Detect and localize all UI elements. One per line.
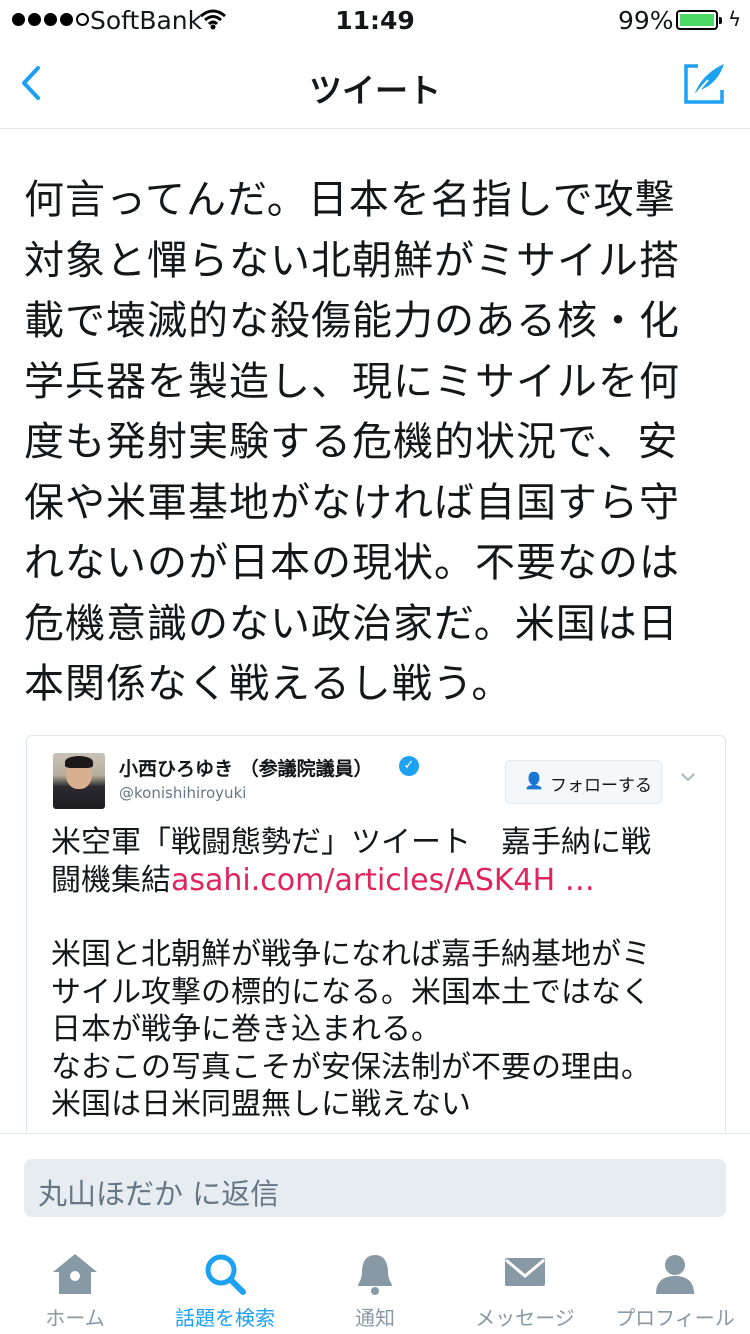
tweet-line: 本関係なく戦えるし戦う。 [24, 661, 513, 707]
embedded-line: 日本が戦争に巻き込まれる。 [51, 1012, 441, 1047]
page-title: ツイート [309, 71, 441, 110]
tab-search[interactable]: 話題を検索 [150, 1234, 300, 1334]
embedded-line: なおこの写真こそが安保法制が不要の理由。 [51, 1049, 651, 1085]
embedded-tweet-text: 米空軍「戦闘態勢だ」ツイート 嘉手納に戦 闘機集結asahi.com/artic… [51, 824, 711, 1124]
reply-input[interactable]: 丸山ほだか に返信 [24, 1159, 726, 1217]
tab-label: メッセージ [475, 1306, 575, 1330]
tab-label: 通知 [355, 1306, 395, 1330]
charging-icon: ϟ [728, 7, 742, 31]
tab-home[interactable]: ホーム [0, 1234, 150, 1334]
tab-bar: ホーム 話題を検索 通知 メッセージ プロフィール [0, 1234, 750, 1334]
tweet-line: れないのが日本の現状。不要なのは [24, 540, 680, 586]
tweet-line: 学兵器を製造し、現にミサイルを何 [24, 358, 680, 405]
tweet-line: 何言ってんだ。日本を名指しで攻撃 [24, 177, 676, 223]
tweet-line: 危機意識のない政治家だ。米国は日 [24, 600, 679, 647]
tweet-line: 対象と憚らない北朝鮮がミサイル搭 [24, 237, 680, 284]
verified-badge-icon: ✓ [399, 756, 419, 776]
avatar[interactable] [53, 753, 105, 809]
embedded-line: 闘機集結 [51, 862, 171, 898]
tab-label: プロフィール [615, 1306, 735, 1330]
navigation-bar: ツイート [0, 40, 750, 129]
embedded-tweet-card[interactable]: 小西ひろゆき （参議院議員） ✓ @konishihiroyuki 👤 フォロー… [26, 735, 726, 1146]
home-icon [53, 1254, 97, 1294]
compose-tweet-icon[interactable] [682, 60, 728, 106]
embedded-line: 米国は日米同盟無しに戦えない [51, 1087, 471, 1122]
battery-percent: 99% [618, 6, 674, 35]
embedded-line: 米空軍「戦闘態勢だ」ツイート 嘉手納に戦 [51, 825, 651, 860]
article-link[interactable]: asahi.com/articles/ASK4H … [171, 863, 595, 898]
add-user-icon: 👤 [524, 771, 544, 790]
person-icon [656, 1255, 694, 1294]
battery-level [680, 14, 714, 26]
tweet-line: 保や米軍基地がなければ自国すら守 [24, 479, 680, 526]
tweet-line: 載で壊滅的な殺傷能力のある核・化 [24, 298, 680, 344]
embedded-line: サイル攻撃の標的になる。米国本土ではなく [51, 974, 651, 1010]
tab-label: ホーム [45, 1306, 105, 1330]
follow-button[interactable]: 👤 フォローする [505, 760, 662, 804]
tab-label: 話題を検索 [175, 1306, 275, 1330]
follow-label: フォローする [550, 776, 652, 796]
tab-profile[interactable]: プロフィール [600, 1234, 750, 1334]
envelope-icon [505, 1258, 545, 1286]
tweet-text: 何言ってんだ。日本を名指しで攻撃 対象と憚らない北朝鮮がミサイル搭 載で壊滅的な… [24, 170, 724, 715]
author-name[interactable]: 小西ひろゆき （参議院議員） [119, 754, 373, 781]
battery-icon [676, 10, 722, 30]
tweet-line: 度も発射実験する危機的状況で、安 [24, 419, 679, 465]
author-handle[interactable]: @konishihiroyuki [119, 784, 246, 802]
embedded-line: 米国と北朝鮮が戦争になれば嘉手納基地がミ [51, 937, 651, 972]
bell-icon [358, 1255, 392, 1295]
status-bar: SoftBank 11:49 99% ϟ [0, 0, 750, 40]
search-icon [205, 1254, 246, 1295]
embedded-paragraph: 米国と北朝鮮が戦争になれば嘉手納基地がミ サイル攻撃の標的になる。米国本土ではな… [51, 936, 711, 1124]
chevron-down-icon[interactable] [679, 768, 697, 786]
tab-notifications[interactable]: 通知 [300, 1234, 450, 1334]
tab-messages[interactable]: メッセージ [450, 1234, 600, 1334]
reply-bar: 丸山ほだか に返信 [0, 1133, 750, 1235]
